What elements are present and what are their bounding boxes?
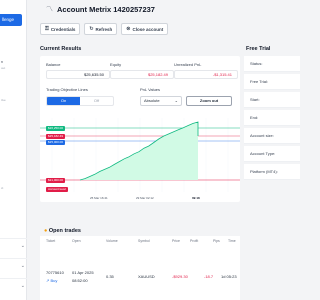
balance-label: Balance [46,62,61,67]
action-bar: ⚿ Credentials ↻ Refresh ⊗ Close account [40,23,169,35]
pnl-mode-value: Absolute [144,98,160,103]
refresh-label: Refresh [95,26,113,32]
objective-lines-label: Trading Objective Lines [46,87,88,92]
refresh-button[interactable]: ↻ Refresh [84,23,118,35]
sidebar-collapsible-row[interactable]: ⌄ [0,278,27,292]
balance-metric: Balance $25,635.50 [46,62,110,79]
chart-tag: $21,000.00 [46,178,66,183]
toggle-off[interactable]: Off [80,97,113,105]
refresh-icon: ↻ [89,26,94,32]
zoom-out-button[interactable]: Zoom out [186,96,232,106]
sidebar-label: n [1,60,3,64]
field-label: End: [250,115,259,120]
main-panel: 〽 Account Metrix 1420257237 ⚿ Credential… [32,0,240,300]
column-header: Volume [106,239,118,243]
equity-area [80,122,198,180]
sidebar: llenge n out tive ct ⌄ ⌄ ⌄ [0,0,27,300]
sidebar-label: out [1,66,6,70]
sidebar-challenge-button[interactable]: llenge [0,14,22,26]
page-header: 〽 Account Metrix 1420257237 [46,4,155,14]
unrealized-pnl-metric: Unrealized PnL -$1,315.41 [174,62,238,79]
volume-cell: 0.35 [106,274,114,279]
column-header: Profit [190,239,199,243]
key-icon: ⚿ [45,26,49,32]
free-trial-title: Free Trial [246,46,271,52]
sidebar-collapsible-row[interactable]: ⌄ [0,238,27,252]
pnl-mode-select[interactable]: Absolute ⌄ [140,96,182,106]
side-label: Buy [50,278,58,283]
column-header: Time [228,239,236,243]
account-type-field: Account Type: [244,146,300,162]
field-label: Status: [250,61,263,66]
column-header: Pips [213,239,220,243]
field-label: Account size: [250,133,274,138]
chevron-down-icon: ⌄ [174,98,178,103]
equity-chart: $26,250.00 $25,182.49 $25,000.00 $21,000… [40,114,240,207]
column-header: Ticket [46,239,56,243]
free-trial-field: Free Trial: [244,74,300,90]
sidebar-label: ct [1,186,4,190]
open-date-cell: 01 Apr 2025 [72,270,94,275]
profit-cell: -$929.30 [172,274,188,279]
account-size-field: Account size: [244,128,300,144]
symbol-cell: XAUUSD [138,274,155,279]
chart-tag: $25,182.49 [46,134,66,139]
bullet-icon: ● [44,228,48,234]
field-label: Free Trial: [250,79,269,84]
field-label: Account Type: [250,151,276,156]
time-cell: 1d 05:23 [221,274,237,279]
balance-value: $25,635.50 [46,70,110,79]
open-trades-table: Ticket Open Volume Symbol Price Profit P… [40,236,240,300]
chart-line-icon: 〽 [46,6,53,13]
objective-lines-toggle: On Off [46,96,114,106]
current-results-card: Balance $25,635.50 Equity $25,182.49 Unr… [40,56,240,202]
chart-tag: $25,000.00 [46,140,66,145]
credentials-button[interactable]: ⚿ Credentials [40,23,81,35]
side-cell: ↗ Buy [46,278,57,283]
sidebar-collapsible-row[interactable]: ⌄ [0,258,27,272]
close-account-label: Close account [132,26,164,32]
chevron-down-icon: ⌄ [20,263,25,269]
column-header: Price [172,239,180,243]
column-header: Symbol [138,239,150,243]
field-label: Platform (MT4): [250,169,278,174]
equity-label: Equity [110,62,122,67]
pnl-values-label: PnL Values [140,87,161,92]
chart-tag: Account level [46,187,68,192]
platform-field: Platform (MT4): [244,164,300,180]
x-axis-tick: 25 Mar 16:41 [90,196,108,200]
open-time-cell: 08:52:00 [72,278,88,283]
page-title: Account Metrix 1420257237 [57,4,155,14]
unrealized-pnl-value: -$1,315.41 [174,70,238,79]
equity-value: $25,182.49 [110,70,174,79]
unrealized-pnl-label: Unrealized PnL [174,62,202,67]
open-trades-title: ● Open trades [44,228,81,234]
ticket-cell: 70775610 [46,270,64,275]
credentials-label: Credentials [50,26,76,32]
x-axis-tick: 09:18 [192,196,200,200]
sidebar-label: tive [1,98,6,102]
toggle-on[interactable]: On [47,97,80,105]
arrow-up-icon: ↗ [46,278,50,283]
open-trades-title-text: Open trades [48,228,81,234]
current-results-title: Current Results [40,46,82,52]
pips-cell: -18.7 [204,274,214,279]
status-field: Status: [244,56,300,72]
free-trial-panel: Free Trial Status: Free Trial: Start: En… [244,0,300,300]
chevron-down-icon: ⌄ [20,243,25,249]
chevron-down-icon: ⌄ [20,283,25,289]
close-account-button[interactable]: ⊗ Close account [121,23,169,35]
column-header: Open [72,239,81,243]
close-icon: ⊗ [126,26,131,32]
end-field: End: [244,110,300,126]
equity-metric: Equity $25,182.49 [110,62,174,79]
chart-tag: $26,250.00 [46,126,66,131]
equity-chart-svg [40,118,240,192]
start-field: Start: [244,92,300,108]
x-axis-tick: 29 Mar 02:12 [136,196,154,200]
field-label: Start: [250,97,260,102]
